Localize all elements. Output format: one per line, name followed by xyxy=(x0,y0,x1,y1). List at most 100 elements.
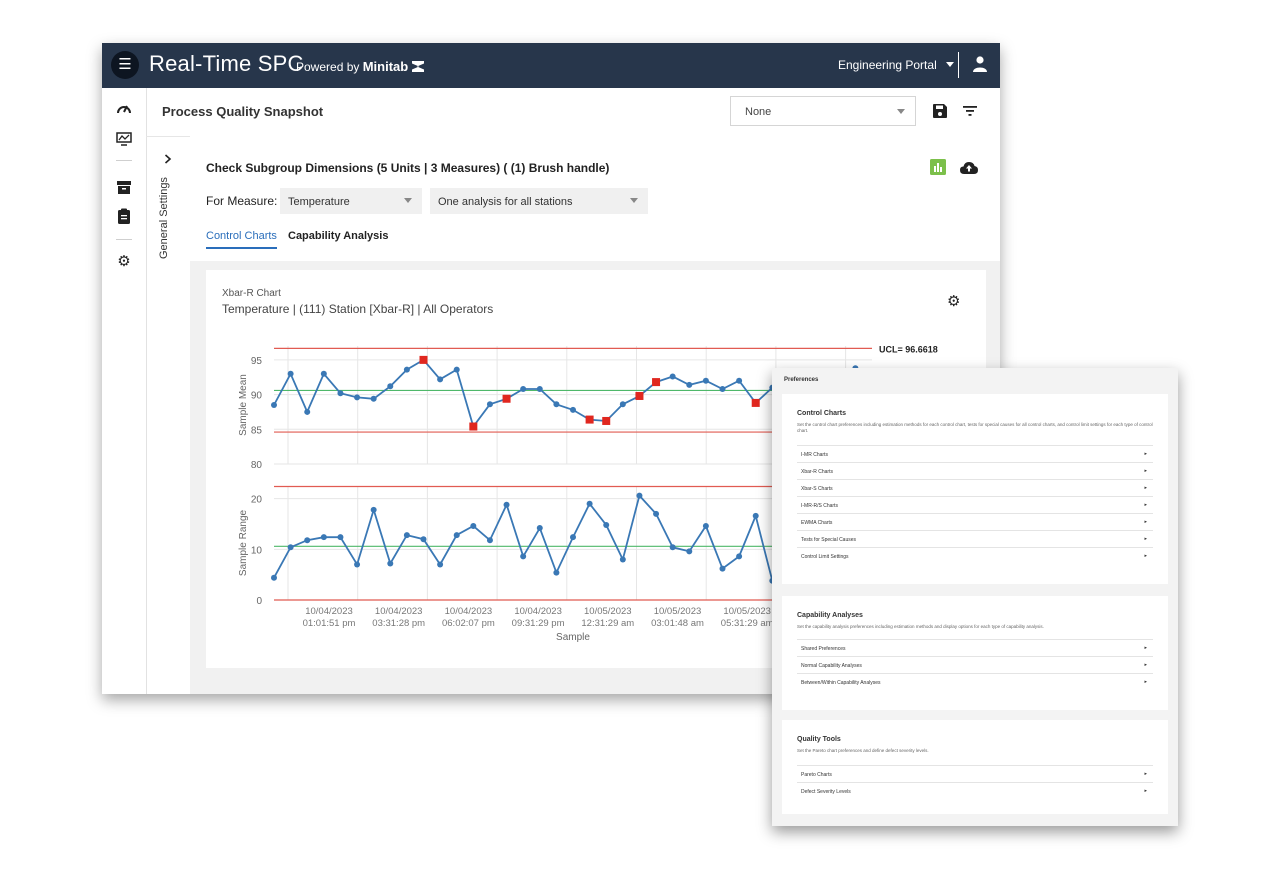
x-tick-label: 06:02:07 pm xyxy=(442,618,495,629)
data-point xyxy=(536,525,543,532)
out-of-control-point xyxy=(469,422,478,431)
station-mode-select[interactable]: One analysis for all stations xyxy=(430,188,648,214)
chevron-right-icon: ▸ xyxy=(1144,553,1147,559)
measure-label: For Measure: xyxy=(206,194,278,208)
tab-control-charts[interactable]: Control Charts xyxy=(206,230,277,249)
dashboard-gauge-icon[interactable] xyxy=(116,101,132,117)
x-tick-label: 10/05/2023 xyxy=(584,606,632,617)
chevron-right-icon: ▸ xyxy=(1144,645,1147,651)
pref-item-xbar-s-charts[interactable]: Xbar-S Charts ▸ xyxy=(797,479,1153,496)
chevron-right-icon: ▸ xyxy=(1144,502,1147,508)
chevron-right-icon: ▸ xyxy=(1144,519,1147,525)
page-header: Process Quality Snapshot None xyxy=(146,88,1000,137)
bar-chart-icon[interactable] xyxy=(930,159,946,175)
divider xyxy=(958,52,959,78)
data-point xyxy=(271,574,277,581)
monitor-chart-icon[interactable] xyxy=(116,131,132,147)
chevron-right-icon: ▸ xyxy=(1144,771,1147,777)
out-of-control-point xyxy=(602,416,611,425)
chevron-right-icon: ▸ xyxy=(1144,485,1147,491)
data-point xyxy=(370,395,377,402)
pref-item-xbar-r-charts[interactable]: Xbar-R Charts ▸ xyxy=(797,462,1153,479)
pref-item-ewma-charts[interactable]: EWMA Charts ▸ xyxy=(797,513,1153,530)
pref-section-control-charts: Control Charts Set the control chart pre… xyxy=(782,394,1168,584)
data-point xyxy=(420,536,427,543)
data-point xyxy=(752,512,759,519)
chevron-right-icon[interactable] xyxy=(164,154,172,164)
data-point xyxy=(453,532,460,539)
rail-divider xyxy=(116,160,132,161)
pref-item-imr-charts[interactable]: I-MR Charts ▸ xyxy=(797,445,1153,462)
pref-item-label: Defect Severity Levels xyxy=(801,789,851,795)
gear-icon[interactable]: ⚙ xyxy=(116,254,132,270)
out-of-control-point xyxy=(502,394,511,403)
data-point xyxy=(503,501,510,508)
x-tick-label: 09:31:29 pm xyxy=(512,618,565,629)
x-tick-label: 03:01:48 am xyxy=(651,618,704,629)
x-tick-label: 10/04/2023 xyxy=(375,606,423,617)
pref-item-control-limit-settings[interactable]: Control Limit Settings ▸ xyxy=(797,547,1153,564)
y-tick-label: 85 xyxy=(251,425,263,436)
pref-item-label: Xbar-R Charts xyxy=(801,469,833,475)
data-point xyxy=(354,561,361,568)
pref-section-title: Capability Analyses xyxy=(797,612,863,619)
data-point xyxy=(619,556,626,563)
x-tick-label: 10/05/2023 xyxy=(723,606,771,617)
pref-item-tests-special-causes[interactable]: Tests for Special Causes ▸ xyxy=(797,530,1153,547)
pref-item-label: Pareto Charts xyxy=(801,772,832,778)
chevron-right-icon: ▸ xyxy=(1144,788,1147,794)
data-point xyxy=(719,386,726,393)
y-axis-label: Sample Range xyxy=(238,509,249,576)
data-point xyxy=(304,537,311,544)
saved-filter-select[interactable]: None xyxy=(730,96,916,126)
hamburger-menu-icon[interactable]: ☰ xyxy=(111,51,139,79)
data-point xyxy=(702,377,709,384)
clipboard-icon[interactable] xyxy=(116,208,132,224)
y-axis-label: Sample Mean xyxy=(238,374,249,436)
pref-item-imr-rs-charts[interactable]: I-MR-R/S Charts ▸ xyxy=(797,496,1153,513)
data-point xyxy=(553,569,560,576)
preferences-title: Preferences xyxy=(784,377,819,383)
cloud-upload-icon[interactable] xyxy=(960,161,978,174)
station-mode-value: One analysis for all stations xyxy=(438,196,573,208)
data-point xyxy=(403,532,410,539)
pref-item-defect-severity-levels[interactable]: Defect Severity Levels ▸ xyxy=(797,782,1153,799)
data-point xyxy=(337,390,344,397)
data-point xyxy=(437,376,444,383)
chevron-down-icon xyxy=(404,198,412,203)
out-of-control-point xyxy=(652,378,661,387)
archive-icon[interactable] xyxy=(116,179,132,195)
measure-select[interactable]: Temperature xyxy=(280,188,422,214)
x-axis-label: Sample xyxy=(556,632,590,643)
filter-icon[interactable] xyxy=(963,106,977,116)
pref-item-between-within-capability[interactable]: Between/Within Capability Analyses ▸ xyxy=(797,673,1153,690)
saved-filter-value: None xyxy=(745,106,772,118)
x-tick-label: 10/04/2023 xyxy=(514,606,562,617)
pref-item-shared-preferences[interactable]: Shared Preferences ▸ xyxy=(797,639,1153,656)
out-of-control-point xyxy=(751,398,760,407)
preferences-panel: Preferences Control Charts Set the contr… xyxy=(772,368,1178,826)
portal-label: Engineering Portal xyxy=(838,58,937,72)
data-point xyxy=(354,394,361,401)
tab-capability-analysis[interactable]: Capability Analysis xyxy=(288,230,388,242)
pref-item-label: Tests for Special Causes xyxy=(801,537,857,543)
chevron-right-icon: ▸ xyxy=(1144,451,1147,457)
chevron-right-icon: ▸ xyxy=(1144,536,1147,542)
general-settings-panel[interactable]: General Settings xyxy=(146,136,191,694)
pref-item-normal-capability[interactable]: Normal Capability Analyses ▸ xyxy=(797,656,1153,673)
data-point xyxy=(669,544,676,551)
data-point xyxy=(603,522,610,529)
data-point xyxy=(570,406,576,413)
left-rail: ⚙ xyxy=(102,88,147,694)
chevron-down-icon xyxy=(897,109,905,114)
save-icon[interactable] xyxy=(933,104,947,118)
pref-item-label: Control Limit Settings xyxy=(801,554,849,560)
app-title: Real-Time SPC xyxy=(149,51,304,76)
user-icon[interactable] xyxy=(972,55,988,73)
pref-item-pareto-charts[interactable]: Pareto Charts ▸ xyxy=(797,765,1153,782)
pref-item-label: EWMA Charts xyxy=(801,520,833,526)
x-tick-label: 03:31:28 pm xyxy=(372,618,425,629)
data-point xyxy=(586,500,593,507)
portal-dropdown[interactable]: Engineering Portal xyxy=(838,58,955,72)
data-point xyxy=(570,534,576,541)
